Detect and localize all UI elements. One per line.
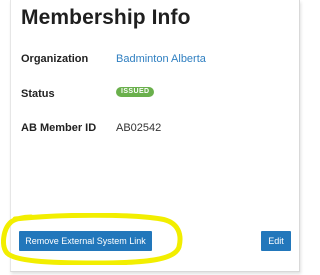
- member-id-value: AB02542: [116, 122, 162, 134]
- status-badge: ISSUED: [116, 87, 155, 97]
- remove-external-system-link-button[interactable]: Remove External System Link: [19, 231, 152, 251]
- organization-label: Organization: [21, 53, 89, 65]
- organization-link[interactable]: Badminton Alberta: [116, 53, 206, 65]
- status-label: Status: [21, 88, 55, 100]
- card-title: Membership Info: [21, 6, 191, 29]
- member-id-label: AB Member ID: [21, 122, 97, 134]
- edit-button[interactable]: Edit: [261, 231, 291, 251]
- membership-info-card: Membership Info Organization Badminton A…: [10, 0, 300, 272]
